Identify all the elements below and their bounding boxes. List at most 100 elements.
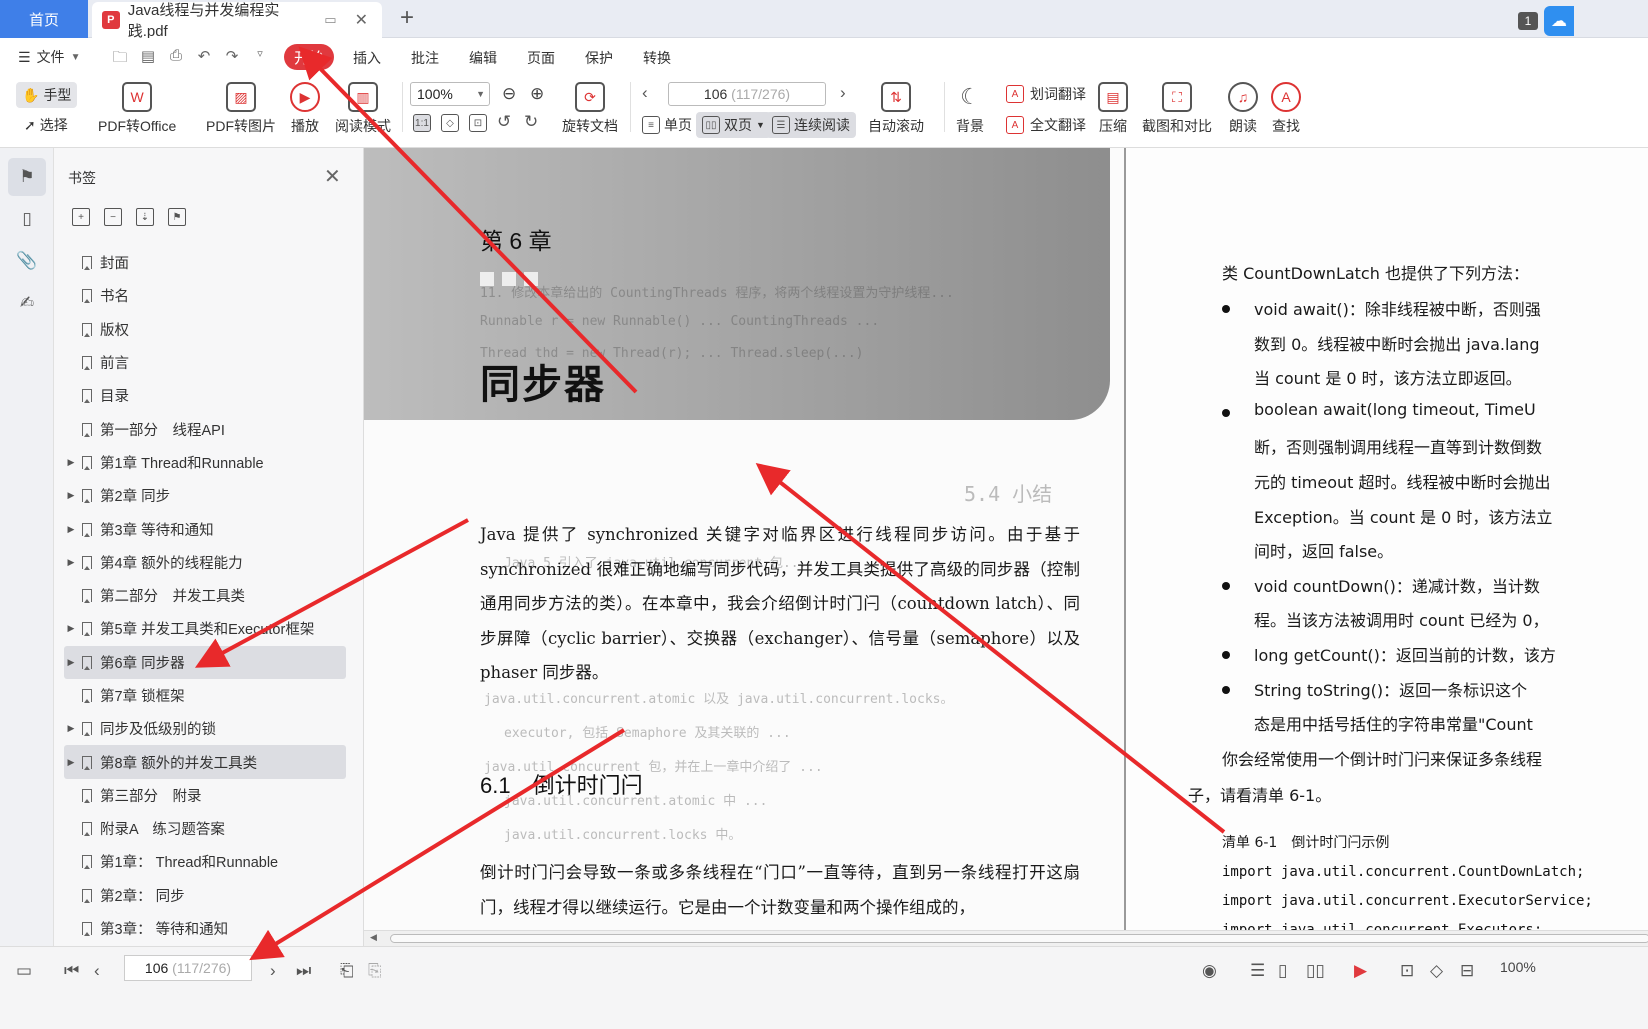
bookmark-item[interactable]: 第7章 锁框架 bbox=[64, 679, 346, 712]
cloud-icon[interactable]: ☁ bbox=[1544, 6, 1574, 36]
bookmark-item[interactable]: ▶ 第1章 Thread和Runnable bbox=[64, 446, 346, 479]
attachment-icon[interactable]: 📎 bbox=[8, 242, 46, 280]
signature-icon[interactable]: ✍ bbox=[8, 284, 46, 322]
page-number-input[interactable]: 106 (117/276) bbox=[668, 82, 826, 106]
close-icon[interactable]: ✕ bbox=[324, 164, 341, 189]
status-page-input[interactable]: 106 (117/276) bbox=[124, 955, 252, 981]
zoom-select[interactable]: 100% ▼ bbox=[410, 82, 490, 106]
bookmark-icon[interactable]: ⚑ bbox=[168, 208, 186, 226]
fit-width-icon[interactable]: ⊡ bbox=[469, 114, 487, 132]
bookmark-item[interactable]: 书名 bbox=[64, 279, 346, 312]
bookmark-item[interactable]: 前言 bbox=[64, 346, 346, 379]
menu-tab-page[interactable]: 页面 bbox=[527, 48, 555, 68]
forward-icon[interactable]: ⎘ bbox=[368, 961, 382, 981]
double-view-icon[interactable]: ▯▯ bbox=[1306, 961, 1325, 981]
expand-arrow-icon[interactable]: ▶ bbox=[64, 524, 78, 535]
bookmark-item[interactable]: ▶ 第6章 同步器 bbox=[64, 645, 346, 679]
compress-button[interactable]: ▤ 压缩 bbox=[1098, 82, 1128, 136]
pdf-to-image-button[interactable]: ▨ PDF转图片 bbox=[206, 82, 276, 136]
find-button[interactable]: A 查找 bbox=[1271, 82, 1301, 136]
open-folder-icon[interactable]: 🗀 bbox=[111, 47, 129, 66]
thumbnail-panel-icon[interactable]: ▯ bbox=[8, 200, 46, 238]
more-dropdown-icon[interactable]: ▿ bbox=[251, 47, 269, 65]
expand-bookmark-icon[interactable]: ⇣ bbox=[136, 208, 154, 226]
undo-icon[interactable]: ↶ bbox=[195, 47, 213, 65]
read-mode-button[interactable]: ▥ 阅读模式 bbox=[335, 82, 391, 136]
expand-arrow-icon[interactable]: ▶ bbox=[64, 457, 78, 468]
prev-page-icon[interactable]: ‹ bbox=[642, 83, 648, 103]
bookmark-item[interactable]: 第2章： 同步 bbox=[64, 879, 346, 912]
save-icon[interactable]: ▤ bbox=[139, 47, 157, 65]
rotate-left-icon[interactable]: ↺ bbox=[497, 112, 511, 132]
expand-arrow-icon[interactable]: ▶ bbox=[64, 657, 78, 668]
menu-tab-insert[interactable]: 插入 bbox=[353, 48, 381, 68]
expand-arrow-icon[interactable]: ▶ bbox=[64, 490, 78, 501]
bookmark-item[interactable]: 附录A 练习题答案 bbox=[64, 812, 346, 845]
menu-tab-protect[interactable]: 保护 bbox=[585, 48, 613, 68]
new-tab-icon[interactable]: + bbox=[400, 4, 414, 32]
menu-tab-convert[interactable]: 转换 bbox=[643, 48, 671, 68]
sidebar-toggle-icon[interactable]: ▭ bbox=[16, 961, 32, 981]
redo-icon[interactable]: ↷ bbox=[223, 47, 241, 65]
actual-size-icon[interactable]: ⊡ bbox=[1400, 961, 1414, 981]
file-menu[interactable]: ☰ 文件 ▼ bbox=[18, 47, 80, 67]
tab-home[interactable]: 首页 bbox=[0, 0, 88, 38]
next-page-icon[interactable]: › bbox=[840, 83, 846, 103]
print-icon[interactable]: ⎙ bbox=[167, 47, 185, 65]
window-count-badge[interactable]: 1 bbox=[1518, 12, 1538, 30]
expand-arrow-icon[interactable]: ▶ bbox=[64, 623, 78, 634]
expand-arrow-icon[interactable]: ▶ bbox=[64, 757, 78, 768]
bookmark-item[interactable]: 第1章： Thread和Runnable bbox=[64, 845, 346, 878]
bookmark-item[interactable]: ▶ 第3章 等待和通知 bbox=[64, 512, 346, 545]
continuous-read-button[interactable]: ☰ 连续阅读 bbox=[766, 112, 856, 138]
actual-size-icon[interactable]: 1:1 bbox=[413, 114, 431, 132]
bookmark-item[interactable]: ▶ 第5章 并发工具类和Executor框架 bbox=[64, 612, 346, 645]
single-page-button[interactable]: ≡ 单页 bbox=[636, 112, 698, 138]
status-zoom-value[interactable]: 100% bbox=[1500, 959, 1536, 975]
menu-tab-annotate[interactable]: 批注 bbox=[411, 48, 439, 68]
horizontal-scrollbar[interactable]: ◀ bbox=[364, 930, 1648, 946]
zoom-in-icon[interactable]: ⊕ bbox=[530, 84, 544, 104]
fit-width-icon[interactable]: ⊟ bbox=[1460, 961, 1474, 981]
bookmark-item[interactable]: ▶ 同步及低级别的锁 bbox=[64, 712, 346, 745]
first-page-icon[interactable]: ⏮ bbox=[64, 961, 79, 981]
scrollbar-thumb[interactable] bbox=[390, 934, 1648, 943]
word-translate-button[interactable]: A 划词翻译 bbox=[1006, 84, 1086, 104]
full-translate-button[interactable]: A 全文翻译 bbox=[1006, 115, 1086, 135]
read-aloud-button[interactable]: ♫ 朗读 bbox=[1228, 82, 1258, 136]
add-bookmark-icon[interactable]: + bbox=[72, 208, 90, 226]
prev-page-icon[interactable]: ‹ bbox=[94, 961, 100, 981]
expand-arrow-icon[interactable]: ▶ bbox=[64, 557, 78, 568]
select-tool-button[interactable]: ➚ 选择 bbox=[18, 112, 74, 138]
pdf-to-office-button[interactable]: W PDF转Office bbox=[98, 82, 176, 136]
eye-protect-icon[interactable]: ◉ bbox=[1202, 961, 1217, 981]
rotate-right-icon[interactable]: ↻ bbox=[524, 112, 538, 132]
scroll-left-icon[interactable]: ◀ bbox=[370, 932, 377, 943]
back-icon[interactable]: ⎗ bbox=[340, 961, 354, 981]
fit-page-icon[interactable]: ◇ bbox=[441, 114, 459, 132]
bookmark-item[interactable]: 第3章： 等待和通知 bbox=[64, 912, 346, 945]
hand-tool-button[interactable]: ✋ 手型 bbox=[16, 82, 78, 108]
bookmark-item[interactable]: ▶ 第2章 同步 bbox=[64, 479, 346, 512]
bookmark-item[interactable]: 目录 bbox=[64, 379, 346, 412]
tab-document[interactable]: P Java线程与并发编程实践.pdf ▭ ✕ bbox=[92, 2, 382, 40]
bookmark-panel-icon[interactable]: ⚑ bbox=[8, 158, 46, 196]
bookmark-item[interactable]: 第二部分 并发工具类 bbox=[64, 579, 346, 612]
next-page-icon[interactable]: › bbox=[270, 961, 276, 981]
rotate-document-button[interactable]: ⟳ 旋转文档 bbox=[562, 82, 618, 136]
auto-scroll-button[interactable]: ⇅ 自动滚动 bbox=[868, 82, 924, 136]
bookmark-item[interactable]: 第三部分 附录 bbox=[64, 779, 346, 812]
close-tab-icon[interactable]: ✕ bbox=[355, 10, 368, 30]
menu-tab-edit[interactable]: 编辑 bbox=[469, 48, 497, 68]
fit-page-icon[interactable]: ◇ bbox=[1430, 961, 1443, 981]
bookmark-item[interactable]: 封面 bbox=[64, 246, 346, 279]
bookmark-item[interactable]: 第一部分 线程API bbox=[64, 412, 346, 445]
background-button[interactable]: ☾ 背景 bbox=[955, 82, 985, 136]
zoom-out-icon[interactable]: ⊖ bbox=[502, 84, 516, 104]
last-page-icon[interactable]: ⏭ bbox=[296, 961, 311, 981]
bookmark-item[interactable]: 版权 bbox=[64, 313, 346, 346]
remove-bookmark-icon[interactable]: − bbox=[104, 208, 122, 226]
expand-arrow-icon[interactable]: ▶ bbox=[64, 723, 78, 734]
continuous-view-icon[interactable]: ☰ bbox=[1250, 961, 1265, 981]
pin-window-icon[interactable]: ▭ bbox=[324, 12, 336, 28]
